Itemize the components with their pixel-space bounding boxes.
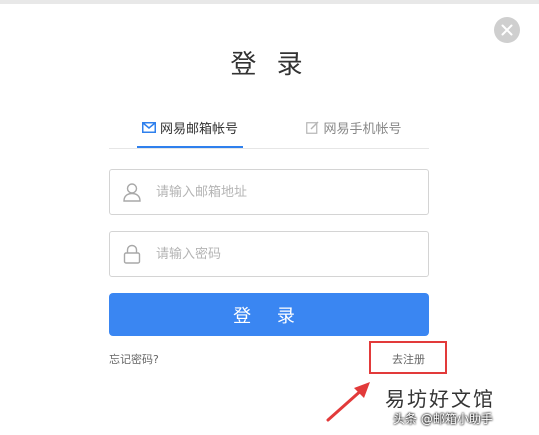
envelope-icon bbox=[141, 121, 156, 133]
lock-icon bbox=[110, 244, 154, 264]
watermark-text: 易坊好文馆 bbox=[385, 387, 495, 411]
edit-icon bbox=[306, 121, 319, 134]
close-button[interactable] bbox=[494, 17, 520, 43]
login-button[interactable]: 登 录 bbox=[109, 293, 429, 336]
account-tabs: 网易邮箱帐号 网易手机帐号 bbox=[109, 108, 429, 149]
tab-phone-label: 网易手机帐号 bbox=[323, 121, 402, 137]
password-input[interactable] bbox=[154, 233, 428, 275]
user-icon bbox=[110, 182, 154, 202]
tab-phone-account[interactable]: 网易手机帐号 bbox=[299, 108, 409, 146]
tab-email-account[interactable]: 网易邮箱帐号 bbox=[137, 108, 243, 148]
forgot-password-link[interactable]: 忘记密码? bbox=[109, 351, 159, 367]
window-edge bbox=[0, 0, 539, 4]
tab-email-label: 网易邮箱帐号 bbox=[159, 121, 238, 137]
password-field bbox=[109, 231, 429, 277]
email-input[interactable] bbox=[154, 171, 428, 213]
watermark-sub-text: 头条 @邮箱小助手 bbox=[393, 412, 493, 426]
login-dialog: 登 录 网易邮箱帐号 网易手机帐号 请输入邮箱地址 登 录 忘记密码? 去注册 … bbox=[0, 0, 539, 435]
dialog-title: 登 录 bbox=[230, 50, 309, 80]
close-icon bbox=[501, 24, 513, 36]
register-highlight-box bbox=[369, 341, 447, 374]
email-field bbox=[109, 169, 429, 215]
arrow-annotation-icon bbox=[326, 382, 370, 422]
watermark: 易坊好文馆 头条 @邮箱小助手 bbox=[385, 388, 535, 432]
